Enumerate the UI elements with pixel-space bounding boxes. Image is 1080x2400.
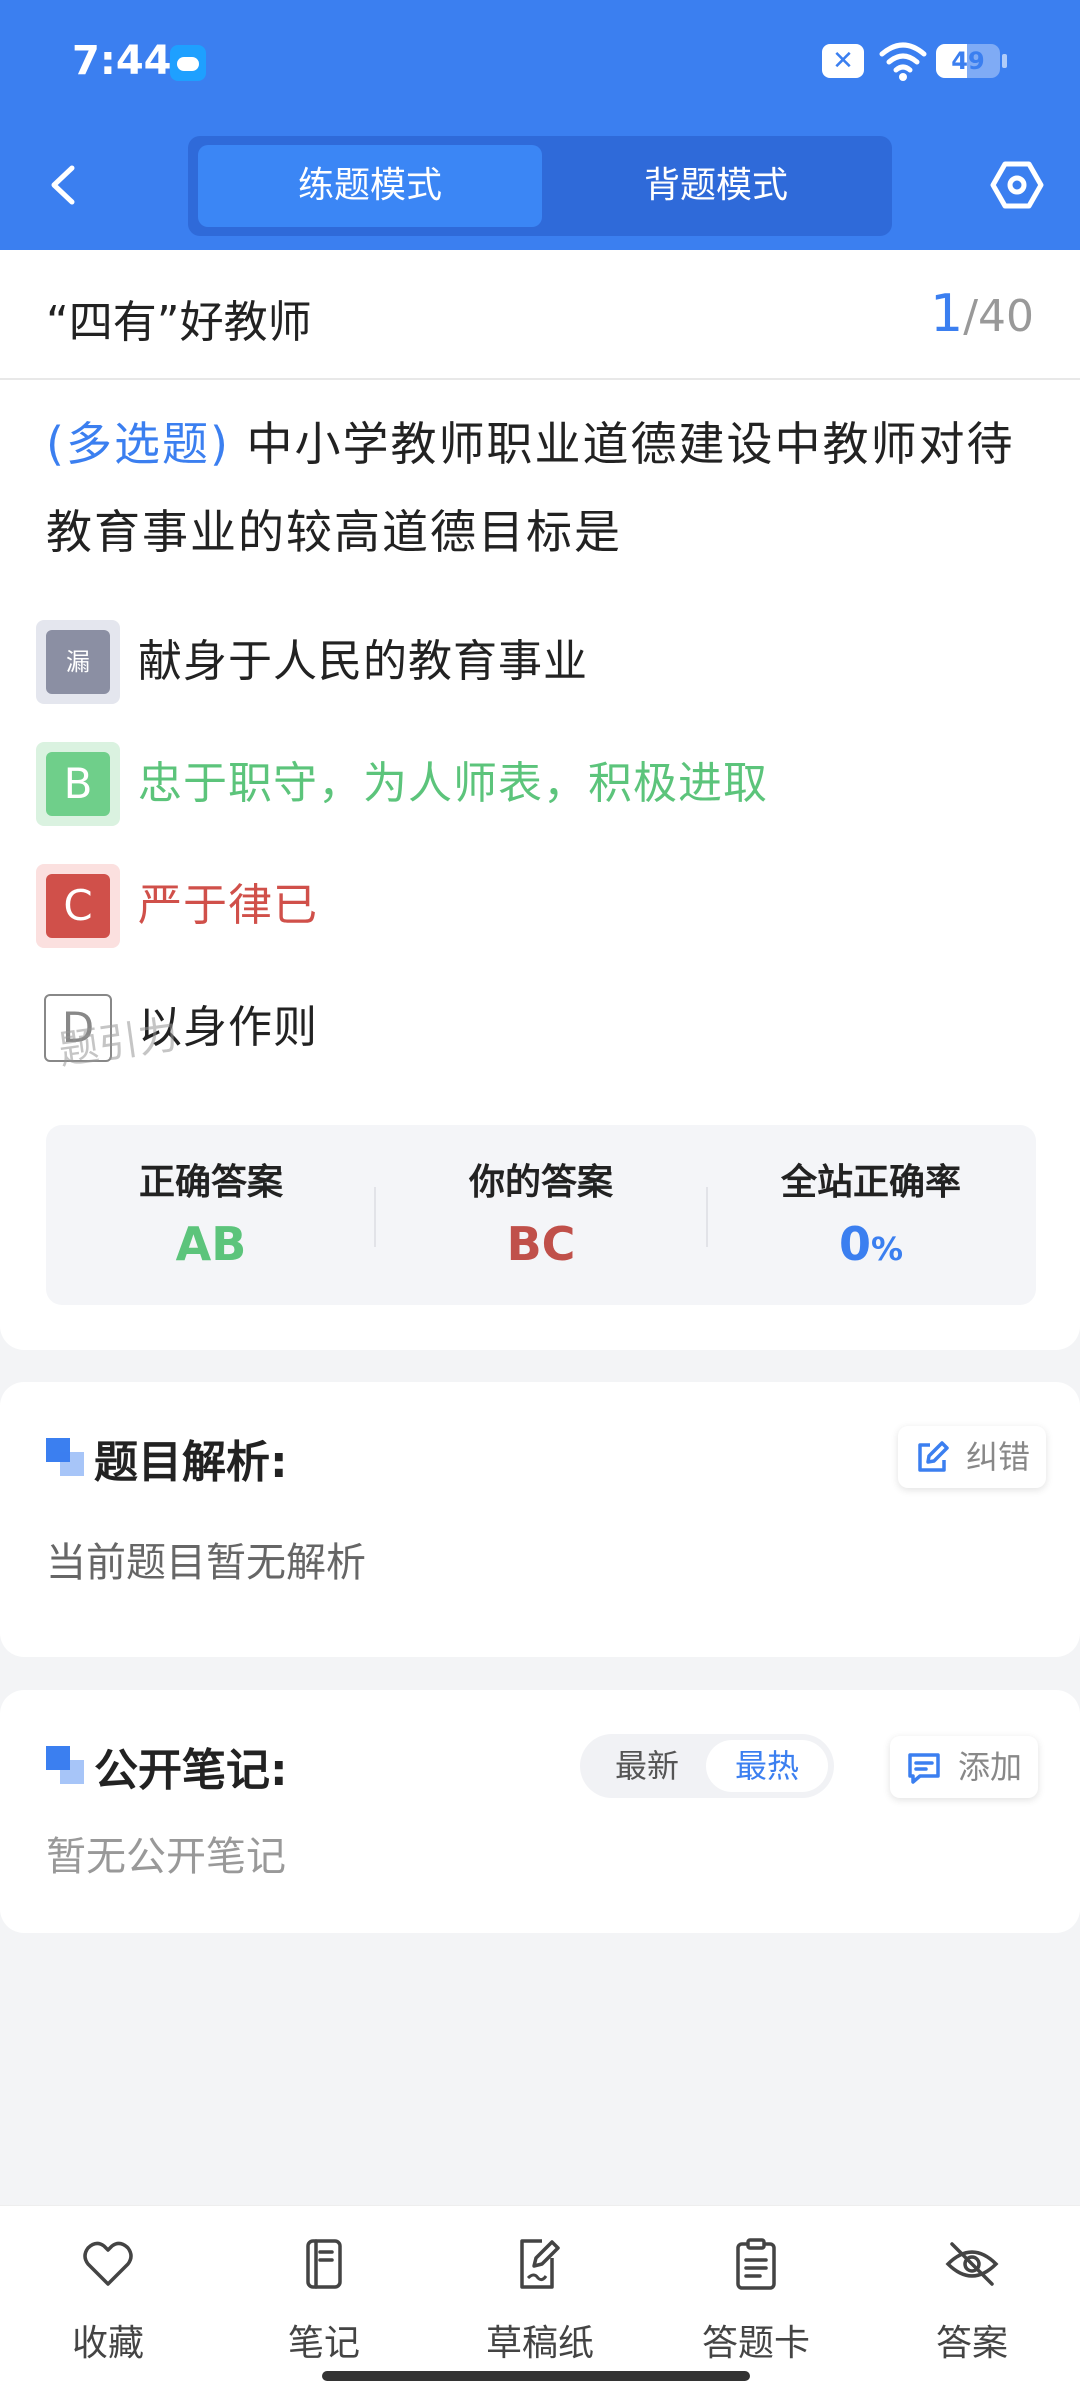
notes-card: 公开笔记: 最新 最热 添加 暂无公开笔记 (0, 1690, 1080, 1933)
question-text: (多选题) 中小学教师职业道德建设中教师对待教育事业的较高道德目标是 (46, 400, 1036, 576)
sort-newest[interactable]: 最新 (586, 1740, 708, 1792)
status-bar: 7:44 ✕ 49 (0, 0, 1080, 125)
option-c[interactable]: C 严于律已 (36, 864, 1036, 954)
battery-level: 49 (951, 47, 985, 75)
option-a[interactable]: 漏 献身于人民的教育事业 (36, 620, 1036, 710)
nav-notes[interactable]: 笔记 (216, 2228, 432, 2364)
sort-hottest[interactable]: 最热 (706, 1740, 828, 1792)
status-time: 7:44 (72, 38, 172, 84)
settings-icon[interactable] (990, 158, 1044, 212)
question-counter[interactable]: 1/40 (930, 284, 1034, 344)
nav-label: 笔记 (287, 2323, 360, 2364)
your-answer-value: BC (506, 1217, 576, 1271)
analysis-body: 当前题目暂无解析 (46, 1540, 366, 1586)
option-text: 献身于人民的教育事业 (138, 636, 588, 687)
option-b[interactable]: B 忠于职守，为人师表，积极进取 (36, 742, 1036, 832)
nav-answer[interactable]: 答案 (864, 2228, 1080, 2364)
nav-favorite[interactable]: 收藏 (0, 2228, 216, 2364)
nav-label: 答题卡 (701, 2323, 810, 2364)
section-icon (46, 1438, 84, 1476)
option-badge: 漏 (36, 620, 120, 704)
correct-answer-value: AB (175, 1217, 247, 1271)
app-header: 7:44 ✕ 49 练题模式 背题模式 (0, 0, 1080, 250)
notes-sort-toggle: 最新 最热 (580, 1734, 834, 1798)
edit-icon (918, 1441, 949, 1472)
accuracy-stat: 全站正确率 0% (706, 1125, 1036, 1305)
question-title-row: “四有”好教师 1/40 (0, 250, 1080, 380)
nav-label: 答案 (935, 2323, 1008, 2364)
mode-switch: 练题模式 背题模式 (188, 136, 892, 236)
option-text: 严于律已 (138, 880, 318, 931)
answer-stats: 正确答案 AB 你的答案 BC 全站正确率 0% (46, 1125, 1036, 1305)
question-current: 1 (930, 284, 964, 344)
accuracy-number: 0 (838, 1217, 871, 1271)
battery-nub (1002, 54, 1007, 68)
notes-title: 公开笔记: (94, 1745, 288, 1796)
stat-label: 全站正确率 (780, 1162, 961, 1203)
draft-paper-icon (520, 2239, 560, 2289)
analysis-title: 题目解析: (94, 1437, 288, 1488)
weather-icon (170, 45, 206, 81)
add-note-label: 添加 (958, 1748, 1023, 1786)
analysis-card: 题目解析: 纠错 当前题目暂无解析 (0, 1382, 1080, 1657)
stat-label: 正确答案 (138, 1162, 283, 1203)
answer-sheet-icon (736, 2238, 776, 2290)
nav-label: 草稿纸 (485, 2323, 594, 2364)
option-letter: B (46, 752, 110, 816)
back-icon[interactable] (40, 160, 90, 210)
battery-indicator: 49 (936, 44, 1000, 78)
tab-memorize-mode[interactable]: 背题模式 (544, 145, 888, 227)
wifi-icon (879, 42, 927, 81)
option-d[interactable]: D 以身作则 (36, 986, 1036, 1076)
option-badge: C (36, 864, 120, 948)
no-sim-icon: ✕ (822, 44, 864, 78)
report-error-label: 纠错 (966, 1438, 1031, 1476)
section-icon (46, 1746, 84, 1784)
question-card: “四有”好教师 1/40 (多选题) 中小学教师职业道德建设中教师对待教育事业的… (0, 250, 1080, 1350)
home-indicator[interactable] (322, 2371, 750, 2381)
option-badge: B (36, 742, 120, 826)
accuracy-value: 0% (706, 1217, 1036, 1271)
option-text: 忠于职守，为人师表，积极进取 (138, 758, 768, 809)
question-type: (多选题) (46, 417, 230, 471)
eye-off-icon (945, 2242, 999, 2286)
your-answer-stat: 你的答案 BC (376, 1125, 706, 1305)
correct-answer-stat: 正确答案 AB (46, 1125, 376, 1305)
question-total: /40 (963, 291, 1034, 342)
add-note-button[interactable]: 添加 (890, 1736, 1039, 1798)
chapter-title: “四有”好教师 (46, 297, 312, 348)
nav-draft-paper[interactable]: 草稿纸 (432, 2228, 648, 2364)
notes-body: 暂无公开笔记 (46, 1834, 286, 1880)
stat-label: 你的答案 (468, 1162, 613, 1203)
option-letter: C (46, 874, 110, 938)
accuracy-unit: % (870, 1230, 904, 1268)
nav-label: 收藏 (71, 2323, 144, 2364)
heart-icon (83, 2241, 133, 2286)
comment-icon (908, 1753, 940, 1784)
nav-answer-sheet[interactable]: 答题卡 (648, 2228, 864, 2364)
report-error-button[interactable]: 纠错 (898, 1426, 1047, 1488)
missed-badge: 漏 (46, 630, 110, 694)
notebook-icon (306, 2239, 342, 2289)
tab-practice-mode[interactable]: 练题模式 (198, 145, 542, 227)
